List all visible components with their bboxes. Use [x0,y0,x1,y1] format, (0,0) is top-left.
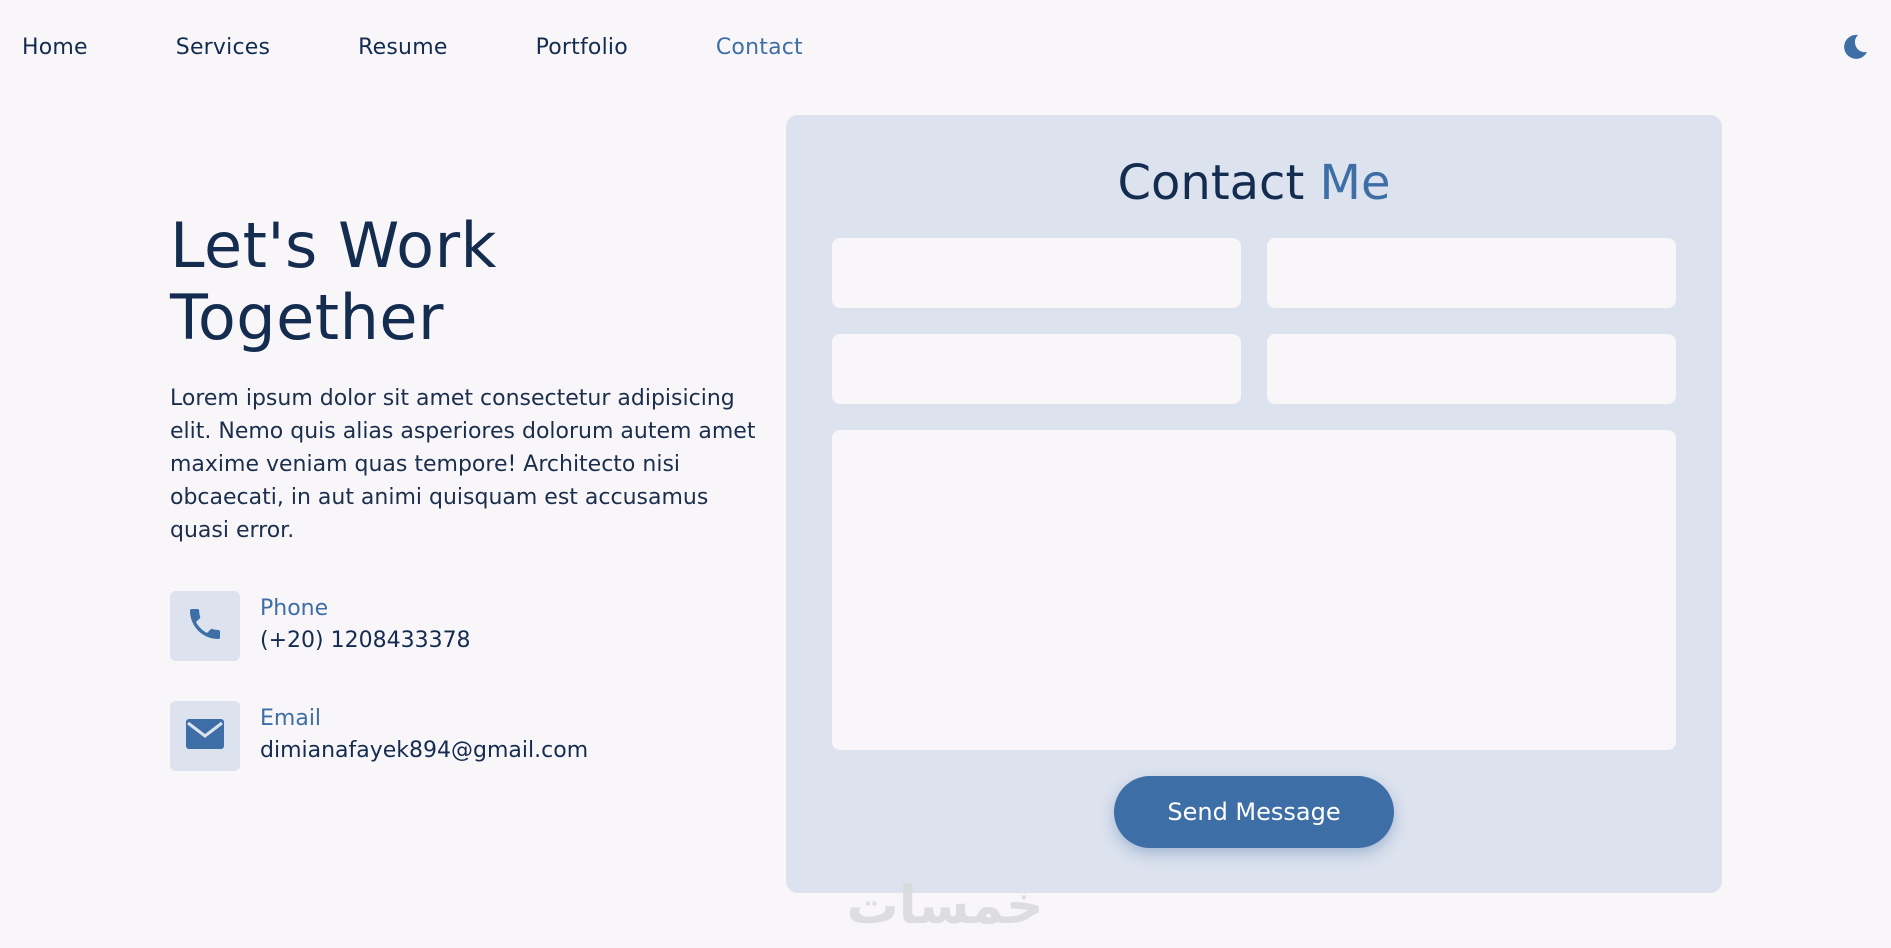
phone-icon-box [170,591,240,661]
phone-value[interactable]: (+20) 1208433378 [260,624,471,658]
email-icon-box [170,701,240,771]
nav-services[interactable]: Services [176,35,270,60]
contact-form-card: Contact Me Send Message [786,115,1722,893]
email-text: Email dimianafayek894@gmail.com [260,704,588,768]
send-message-button[interactable]: Send Message [1114,776,1394,848]
intro-section: Let's Work Together Lorem ipsum dolor si… [170,210,760,771]
phone-info: Phone (+20) 1208433378 [170,591,760,661]
nav-contact[interactable]: Contact [716,35,803,60]
email-info: Email dimianafayek894@gmail.com [170,701,760,771]
form-field-4[interactable] [1267,334,1676,404]
email-label: Email [260,706,322,731]
nav-links: Home Services Resume Portfolio Contact [0,35,891,60]
form-title: Contact Me [786,155,1722,211]
phone-label: Phone [260,596,329,621]
watermark-text: خمسات [846,876,1044,936]
nav-home[interactable]: Home [22,35,88,60]
top-nav: Home Services Resume Portfolio Contact [0,0,1891,94]
message-textarea[interactable] [832,430,1676,750]
nav-portfolio[interactable]: Portfolio [536,35,628,60]
moon-icon[interactable] [1841,33,1869,61]
envelope-icon [185,718,225,754]
intro-text: Lorem ipsum dolor sit amet consectetur a… [170,386,756,543]
watermark-logo: خمسات [830,878,1060,934]
headline-line-1: Let's Work [170,209,497,282]
form-field-1[interactable] [832,238,1241,308]
nav-resume[interactable]: Resume [358,35,447,60]
email-value[interactable]: dimianafayek894@gmail.com [260,734,588,768]
page-headline: Let's Work Together [170,210,760,354]
phone-icon [185,604,225,648]
form-title-main: Contact [1117,155,1305,211]
phone-text: Phone (+20) 1208433378 [260,594,471,658]
form-field-2[interactable] [1267,238,1676,308]
page: Home Services Resume Portfolio Contact L… [0,0,1891,948]
form-title-accent: Me [1319,155,1391,211]
headline-line-2: Together [170,281,445,354]
form-field-3[interactable] [832,334,1241,404]
